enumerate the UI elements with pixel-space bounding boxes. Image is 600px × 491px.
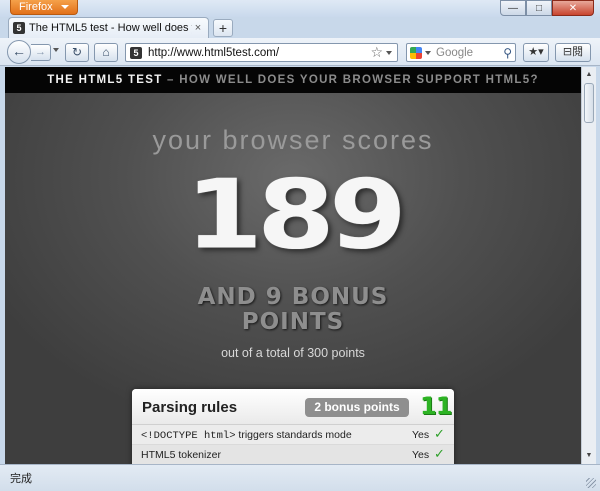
bonus-badge: 2 bonus points xyxy=(305,398,409,417)
google-icon[interactable] xyxy=(410,46,422,59)
url-dropdown-icon[interactable] xyxy=(386,50,392,55)
score-tagline: your browser scores xyxy=(152,125,434,155)
vertical-scrollbar[interactable]: ▲ ▼ xyxy=(581,67,596,464)
bonus-points-heading: AND 9 BONUS POINTS xyxy=(5,285,581,335)
section-score: 11 xyxy=(420,392,452,420)
search-engine-dropdown-icon[interactable] xyxy=(425,50,431,55)
bookmarks-button[interactable]: ★▾ xyxy=(523,43,549,62)
tab-title: The HTML5 test - How well does your... xyxy=(29,22,192,34)
chevron-down-icon xyxy=(61,5,69,9)
bonus-points-line-1: AND 9 BONUS xyxy=(197,284,389,310)
search-bar[interactable]: Google ⚲ xyxy=(406,43,516,62)
tab-strip: 5 The HTML5 test - How well does your...… xyxy=(0,17,600,38)
bonus-points-line-2: POINTS xyxy=(241,309,345,335)
test-label: HTML5 tokenizer xyxy=(141,449,221,461)
history-dropdown-icon[interactable] xyxy=(53,48,59,52)
search-input[interactable]: Google xyxy=(436,47,503,59)
checkmark-icon: ✓ xyxy=(434,426,445,441)
firefox-menu-label: Firefox xyxy=(19,1,53,13)
minimize-button[interactable]: — xyxy=(500,0,526,16)
site-title[interactable]: THE HTML5 TEST xyxy=(47,74,162,86)
total-points-text: out of a total of 300 points xyxy=(221,346,365,360)
test-row: HTML5 tokenizer Yes ✓ xyxy=(132,445,454,464)
page-content: THE HTML5 TEST – HOW WELL DOES YOUR BROW… xyxy=(5,67,581,464)
navigation-toolbar: ← → ↻ ⌂ 5 http://www.html5test.com/ ☆ Go… xyxy=(0,38,600,66)
html5-favicon-icon: 5 xyxy=(130,46,142,59)
forward-button[interactable]: → xyxy=(31,44,51,61)
scrollbar-thumb[interactable] xyxy=(584,83,594,123)
scroll-down-icon[interactable]: ▼ xyxy=(582,449,596,463)
browser-tab[interactable]: 5 The HTML5 test - How well does your...… xyxy=(8,17,209,38)
close-window-button[interactable]: ✕ xyxy=(552,0,594,16)
section-card-parsing-rules: Parsing rules 2 bonus points 11 <!DOCTYP… xyxy=(132,389,454,464)
tab-close-icon[interactable]: × xyxy=(192,22,204,34)
site-title-separator: – xyxy=(162,74,180,86)
status-text: 完成 xyxy=(10,473,32,485)
checkmark-icon: ✓ xyxy=(434,446,445,461)
resize-grip-icon[interactable] xyxy=(586,478,596,488)
test-result: Yes xyxy=(412,449,430,461)
reload-button[interactable]: ↻ xyxy=(65,43,89,62)
new-tab-button[interactable]: + xyxy=(213,19,233,37)
status-bar: 完成 xyxy=(0,464,600,491)
total-score: 189 xyxy=(185,159,407,271)
site-header: THE HTML5 TEST – HOW WELL DOES YOUR BROW… xyxy=(5,67,581,93)
bookmark-star-icon[interactable]: ☆ xyxy=(370,44,383,61)
section-title: Parsing rules xyxy=(142,399,238,416)
test-label: <!DOCTYPE html> triggers standards mode xyxy=(141,429,352,442)
search-icon[interactable]: ⚲ xyxy=(503,46,512,60)
site-subtitle: HOW WELL DOES YOUR BROWSER SUPPORT HTML5… xyxy=(179,74,539,86)
window-controls: — □ ✕ xyxy=(500,0,594,16)
html5-favicon-icon: 5 xyxy=(13,22,25,34)
test-label-text: triggers standards mode xyxy=(235,429,352,441)
firefox-menu-button[interactable]: Firefox xyxy=(10,0,78,15)
back-button[interactable]: ← xyxy=(7,40,31,64)
window-titlebar: Firefox — □ ✕ xyxy=(0,0,600,17)
section-header: Parsing rules 2 bonus points 11 xyxy=(132,389,454,425)
home-button[interactable]: ⌂ xyxy=(94,43,118,62)
url-bar[interactable]: 5 http://www.html5test.com/ ☆ xyxy=(125,43,398,62)
test-code: <!DOCTYPE html> xyxy=(141,430,236,442)
maximize-button[interactable]: □ xyxy=(526,0,552,16)
reader-menu-button[interactable]: ⊟閱 xyxy=(555,43,591,62)
url-input[interactable]: http://www.html5test.com/ xyxy=(148,47,370,59)
test-row: <!DOCTYPE html> triggers standards mode … xyxy=(132,425,454,445)
scroll-up-icon[interactable]: ▲ xyxy=(582,68,596,82)
test-result: Yes xyxy=(412,429,430,441)
